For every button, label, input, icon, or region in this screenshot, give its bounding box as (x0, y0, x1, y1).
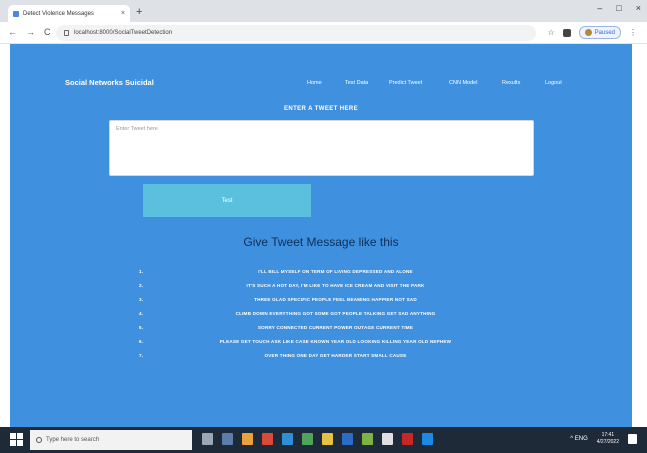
window-controls: – □ × (597, 3, 641, 13)
item-text: IT'S SUCH A HOT DAY, I'M LIKE TO HAVE IC… (246, 282, 425, 288)
browser-tab[interactable]: Detect Violence Messages × (8, 5, 130, 22)
item-text: CLIMB DOWN EVERYTHING GOT SOME GOT PEOPL… (235, 310, 436, 316)
item-text: PLEASE GET TOUCH ASK LIKE CASE KNOWN YEA… (219, 338, 452, 344)
minimize-button[interactable]: – (597, 3, 602, 13)
profile-button[interactable]: Paused (578, 26, 621, 39)
nav-item-results[interactable]: Results (502, 80, 520, 86)
avatar (584, 29, 592, 36)
nav-item-cnn-model[interactable]: CNN Model (449, 80, 477, 86)
browser-toolbar: ← → C localhost:8000/SocialTweetDetectio… (0, 22, 647, 44)
clock-date: 4/27/2022 (596, 439, 619, 445)
extension-icon[interactable] (562, 28, 571, 37)
item-text: OVER THING ONE DAY GET HARDER START SMAL… (264, 352, 407, 358)
nav-item-home[interactable]: Home (307, 80, 322, 86)
back-button[interactable]: ← (8, 27, 17, 37)
system-tray: ^ ENG 17:41 4/27/2022 (570, 432, 637, 446)
list-item: 4. CLIMB DOWN EVERYTHING GOT SOME GOT PEO… (139, 306, 524, 320)
taskbar-search[interactable]: Type here to search (30, 430, 192, 450)
maximize-button[interactable]: □ (616, 3, 621, 13)
notification-icon[interactable] (628, 434, 637, 444)
taskbar-app-icon[interactable] (262, 433, 273, 445)
taskbar-app-icon[interactable] (222, 433, 233, 445)
taskbar-app-icon[interactable] (362, 433, 373, 445)
bookmark-star-icon[interactable]: ☆ (547, 28, 554, 37)
nav-item-test-data[interactable]: Test Data (345, 80, 368, 86)
item-number: 5. (139, 324, 144, 330)
list-item: 6. PLEASE GET TOUCH ASK LIKE CASE KNOWN Y… (139, 334, 524, 348)
taskbar-app-icon[interactable] (302, 433, 313, 445)
windows-taskbar: Type here to search ^ ENG 17:41 4/27/202… (0, 427, 647, 453)
taskbar-app-icon[interactable] (322, 433, 333, 445)
form-title: ENTER A TWEET HERE (283, 106, 359, 112)
taskbar-app-icon[interactable] (402, 433, 413, 445)
item-number: 2. (139, 282, 144, 288)
tweet-input[interactable] (109, 120, 534, 176)
browser-nav-buttons: ← → C (8, 27, 51, 37)
forward-button[interactable]: → (26, 27, 35, 37)
browser-tab-strip: Detect Violence Messages × + – □ × (0, 0, 647, 22)
taskbar-app-icon[interactable] (202, 433, 213, 445)
address-bar[interactable]: localhost:8000/SocialTweetDetection (56, 25, 536, 41)
item-text: SORRY CONNECTED CURRENT POWER OUTAGE CUR… (257, 324, 414, 330)
main-nav: Home Test Data Predict Tweet CNN Model R… (307, 80, 627, 90)
tab-close-icon[interactable]: × (121, 10, 125, 17)
item-number: 6. (139, 338, 144, 344)
submit-button[interactable]: Test (143, 184, 311, 217)
lock-icon (64, 30, 69, 36)
taskbar-app-icons (202, 433, 433, 445)
list-item: 5. SORRY CONNECTED CURRENT POWER OUTAGE C… (139, 320, 524, 334)
clock[interactable]: 17:41 4/27/2022 (597, 432, 619, 446)
item-text: THREE GLAD SPECIFIC PEOPLE FEEL BEAMING … (254, 296, 417, 302)
nav-item-logout[interactable]: Logout (545, 80, 562, 86)
address-text: localhost:8000/SocialTweetDetection (74, 30, 173, 36)
taskbar-app-icon[interactable] (282, 433, 293, 445)
item-number: 7. (139, 352, 144, 358)
tray-icons[interactable]: ^ ENG (570, 436, 587, 442)
start-button[interactable] (10, 433, 23, 446)
menu-dots-icon[interactable]: ⋮ (629, 28, 637, 37)
item-text: I'LL BILL MYSELF ON TERM OF LIVING DEPRE… (258, 268, 413, 274)
clock-time: 17:41 (601, 432, 615, 438)
taskbar-app-icon[interactable] (342, 433, 353, 445)
taskbar-search-placeholder: Type here to search (46, 437, 100, 443)
reload-button[interactable]: C (44, 27, 51, 37)
close-window-button[interactable]: × (636, 3, 641, 13)
site-brand[interactable]: Social Networks Suicidal (65, 78, 154, 87)
list-item: 2. IT'S SUCH A HOT DAY, I'M LIKE TO HAVE … (139, 278, 524, 292)
nav-item-predict-tweet[interactable]: Predict Tweet (389, 80, 422, 86)
list-item: 3. THREE GLAD SPECIFIC PEOPLE FEEL BEAMIN… (139, 292, 524, 306)
new-tab-button[interactable]: + (136, 6, 142, 18)
taskbar-app-icon[interactable] (422, 433, 433, 445)
profile-label: Paused (594, 29, 615, 36)
list-item: 7. OVER THING ONE DAY GET HARDER START SM… (139, 348, 524, 362)
item-number: 3. (139, 296, 144, 302)
page-content: Social Networks Suicidal Home Test Data … (10, 44, 632, 427)
item-number: 1. (139, 268, 144, 274)
search-icon (36, 437, 42, 443)
taskbar-app-icon[interactable] (242, 433, 253, 445)
examples-title: Give Tweet Message like this (243, 235, 399, 249)
examples-list: 1. I'LL BILL MYSELF ON TERM OF LIVING DEP… (139, 264, 524, 362)
toolbar-right: ☆ Paused ⋮ (547, 26, 637, 39)
item-number: 4. (139, 310, 144, 316)
taskbar-app-icon[interactable] (382, 433, 393, 445)
windows-logo-icon (10, 433, 16, 439)
favicon-icon (13, 10, 19, 17)
tab-title: Detect Violence Messages (23, 10, 94, 17)
list-item: 1. I'LL BILL MYSELF ON TERM OF LIVING DEP… (139, 264, 524, 278)
